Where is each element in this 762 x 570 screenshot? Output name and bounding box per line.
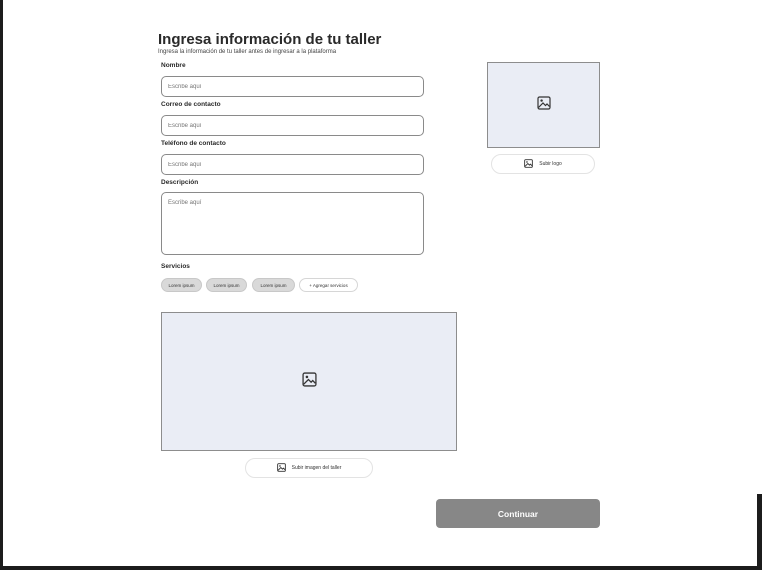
page-edge [757, 0, 762, 494]
service-chip[interactable]: Lorem ipsum [252, 278, 295, 292]
logo-preview [487, 62, 600, 148]
name-label: Nombre [161, 62, 186, 69]
upload-workshop-image-label: Subir imagen del taller [291, 465, 342, 471]
email-label: Correo de contacto [161, 101, 221, 108]
service-chip[interactable]: Lorem ipsum [206, 278, 247, 292]
page-title: Ingresa información de tu taller [158, 31, 382, 48]
service-chip[interactable]: Lorem ipsum [161, 278, 202, 292]
phone-label: Teléfono de contacto [161, 140, 226, 147]
image-icon [524, 158, 534, 170]
upload-logo-label: Subir logo [539, 161, 562, 167]
image-icon [301, 371, 317, 392]
name-input[interactable] [161, 76, 424, 97]
page-subtitle: Ingresa la información de tu taller ante… [158, 49, 337, 55]
description-label: Descripción [161, 179, 199, 186]
upload-logo-button[interactable]: Subir logo [491, 154, 595, 174]
add-service-button[interactable]: + Agregar servicios [299, 278, 358, 292]
workshop-image-preview [161, 312, 457, 451]
phone-input[interactable] [161, 154, 424, 175]
services-label: Servicios [161, 263, 190, 270]
image-icon [536, 95, 551, 115]
image-icon [276, 462, 286, 474]
description-textarea[interactable] [161, 192, 424, 255]
upload-workshop-image-button[interactable]: Subir imagen del taller [245, 458, 373, 478]
continue-button[interactable]: Continuar [436, 499, 600, 528]
email-input[interactable] [161, 115, 424, 136]
